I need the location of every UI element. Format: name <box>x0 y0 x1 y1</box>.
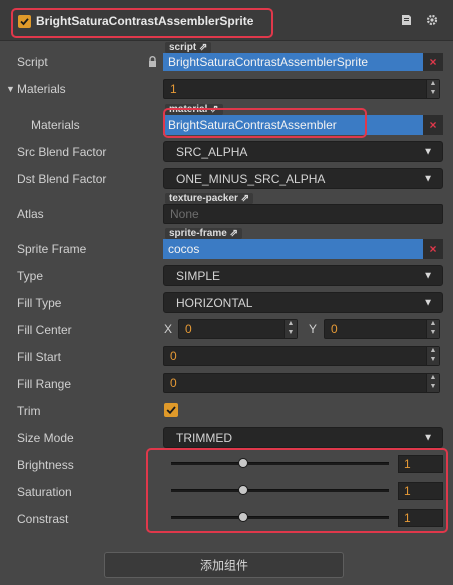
highlight-title <box>11 8 273 38</box>
trim-checkbox[interactable] <box>164 403 178 417</box>
add-component-button[interactable]: 添加组件 <box>104 552 344 578</box>
materials-count-stepper[interactable]: ▲ ▼ <box>426 80 439 98</box>
dst-blend-label: Dst Blend Factor <box>17 172 107 186</box>
brightness-label: Brightness <box>17 458 74 472</box>
chevron-down-icon: ▼ <box>423 173 433 184</box>
size-mode-label: Size Mode <box>17 431 74 445</box>
chevron-down-icon: ▼ <box>423 146 433 157</box>
script-field[interactable]: BrightSaturaContrastAssemblerSprite <box>163 53 423 71</box>
size-mode-select[interactable]: TRIMMED ▼ <box>163 427 443 448</box>
type-label: Type <box>17 269 44 283</box>
fill-range-stepper[interactable]: ▲ ▼ <box>426 374 439 392</box>
fill-center-x-stepper[interactable]: ▲ ▼ <box>284 320 297 338</box>
fill-center-label: Fill Center <box>17 323 72 337</box>
fill-center-x-field[interactable]: 0 ▲ ▼ <box>178 319 298 339</box>
fill-range-field[interactable]: 0 ▲ ▼ <box>163 373 440 393</box>
src-blend-label: Src Blend Factor <box>17 145 107 159</box>
sprite-frame-clear-button[interactable]: × <box>423 239 443 259</box>
fill-center-x-label: X <box>164 322 173 336</box>
highlight-material <box>163 108 367 138</box>
sprite-frame-label: Sprite Frame <box>17 242 87 256</box>
materials-item-label: Materials <box>31 118 80 132</box>
fill-range-label: Fill Range <box>17 377 72 391</box>
materials-collapse-icon[interactable]: ▼ <box>6 84 15 94</box>
atlas-label: Atlas <box>17 207 44 221</box>
script-label: Script <box>17 55 48 69</box>
fill-type-label: Fill Type <box>17 296 62 310</box>
dst-blend-select[interactable]: ONE_MINUS_SRC_ALPHA ▼ <box>163 168 443 189</box>
type-select[interactable]: SIMPLE ▼ <box>163 265 443 286</box>
fill-start-field[interactable]: 0 ▲ ▼ <box>163 346 440 366</box>
gear-icon[interactable] <box>426 14 438 26</box>
chevron-down-icon: ▼ <box>423 432 433 443</box>
fill-start-stepper[interactable]: ▲ ▼ <box>426 347 439 365</box>
chevron-down-icon: ▼ <box>423 270 433 281</box>
sprite-frame-tag: sprite-frame ⇗ <box>165 228 242 239</box>
material-clear-button[interactable]: × <box>423 115 443 135</box>
fill-center-y-field[interactable]: 0 ▲ ▼ <box>324 319 440 339</box>
trim-label: Trim <box>17 404 41 418</box>
fill-start-label: Fill Start <box>17 350 62 364</box>
chevron-down-icon: ▼ <box>423 297 433 308</box>
highlight-sliders <box>146 448 448 533</box>
src-blend-select[interactable]: SRC_ALPHA ▼ <box>163 141 443 162</box>
materials-group-label: Materials <box>17 82 66 96</box>
fill-center-y-label: Y <box>309 322 318 336</box>
book-icon[interactable] <box>401 14 412 26</box>
atlas-tag: texture-packer ⇗ <box>165 193 254 204</box>
script-tag: script ⇗ <box>165 42 212 53</box>
saturation-label: Saturation <box>17 485 72 499</box>
fill-center-y-stepper[interactable]: ▲ ▼ <box>426 320 439 338</box>
fill-type-select[interactable]: HORIZONTAL ▼ <box>163 292 443 313</box>
lock-icon <box>148 56 157 67</box>
sprite-frame-field[interactable]: cocos <box>163 239 423 259</box>
materials-count-field[interactable]: 1 ▲ ▼ <box>163 79 440 99</box>
contrast-label: Constrast <box>17 512 69 526</box>
atlas-field[interactable]: None <box>163 204 443 224</box>
script-clear-button[interactable]: × <box>423 53 443 71</box>
